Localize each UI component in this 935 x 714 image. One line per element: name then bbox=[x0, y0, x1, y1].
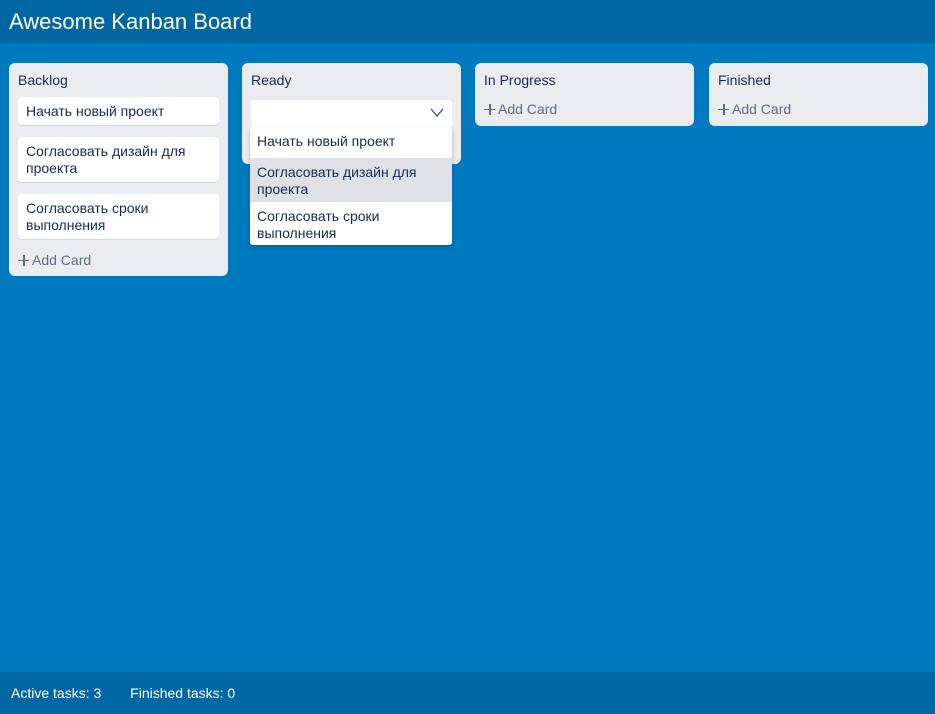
plus-icon bbox=[484, 103, 495, 115]
add-card-button[interactable]: Add Card bbox=[18, 252, 91, 268]
column-title: Ready bbox=[251, 72, 292, 88]
app-header: Awesome Kanban Board bbox=[0, 0, 935, 43]
chevron-down-icon bbox=[430, 108, 444, 117]
column-title: Finished bbox=[718, 72, 771, 88]
card[interactable]: Согласовать дизайн для проекта bbox=[18, 137, 219, 182]
dropdown-option[interactable]: Согласовать сроки выполнения bbox=[250, 202, 452, 245]
select-dropdown-list: Начать новый проект Согласовать дизайн д… bbox=[250, 127, 452, 245]
column-in-progress: In Progress Add Card bbox=[475, 63, 694, 126]
column-backlog: Backlog Начать новый проект Согласовать … bbox=[9, 63, 228, 276]
column-title: Backlog bbox=[18, 72, 68, 88]
column-title: In Progress bbox=[484, 72, 556, 88]
plus-icon bbox=[718, 103, 729, 115]
column-finished: Finished Add Card bbox=[709, 63, 928, 126]
card[interactable]: Начать новый проект bbox=[18, 97, 219, 125]
add-card-button[interactable]: Add Card bbox=[718, 101, 791, 117]
add-card-label: Add Card bbox=[732, 101, 792, 117]
plus-icon bbox=[18, 254, 29, 266]
dropdown-option-highlighted[interactable]: Согласовать дизайн для проекта bbox=[250, 158, 452, 202]
page-title: Awesome Kanban Board bbox=[9, 9, 252, 34]
dropdown-option[interactable]: Начать новый проект bbox=[250, 127, 452, 158]
add-card-label: Add Card bbox=[498, 101, 558, 117]
finished-tasks-count: Finished tasks: 0 bbox=[130, 685, 236, 701]
status-footer: Active tasks: 3 Finished tasks: 0 bbox=[0, 672, 935, 714]
card-select[interactable] bbox=[251, 100, 452, 127]
add-card-label: Add Card bbox=[32, 252, 92, 268]
card[interactable]: Согласовать сроки выполнения bbox=[18, 194, 219, 239]
add-card-button[interactable]: Add Card bbox=[484, 101, 557, 117]
active-tasks-count: Active tasks: 3 bbox=[11, 685, 102, 701]
kanban-board: Backlog Начать новый проект Согласовать … bbox=[0, 43, 935, 672]
